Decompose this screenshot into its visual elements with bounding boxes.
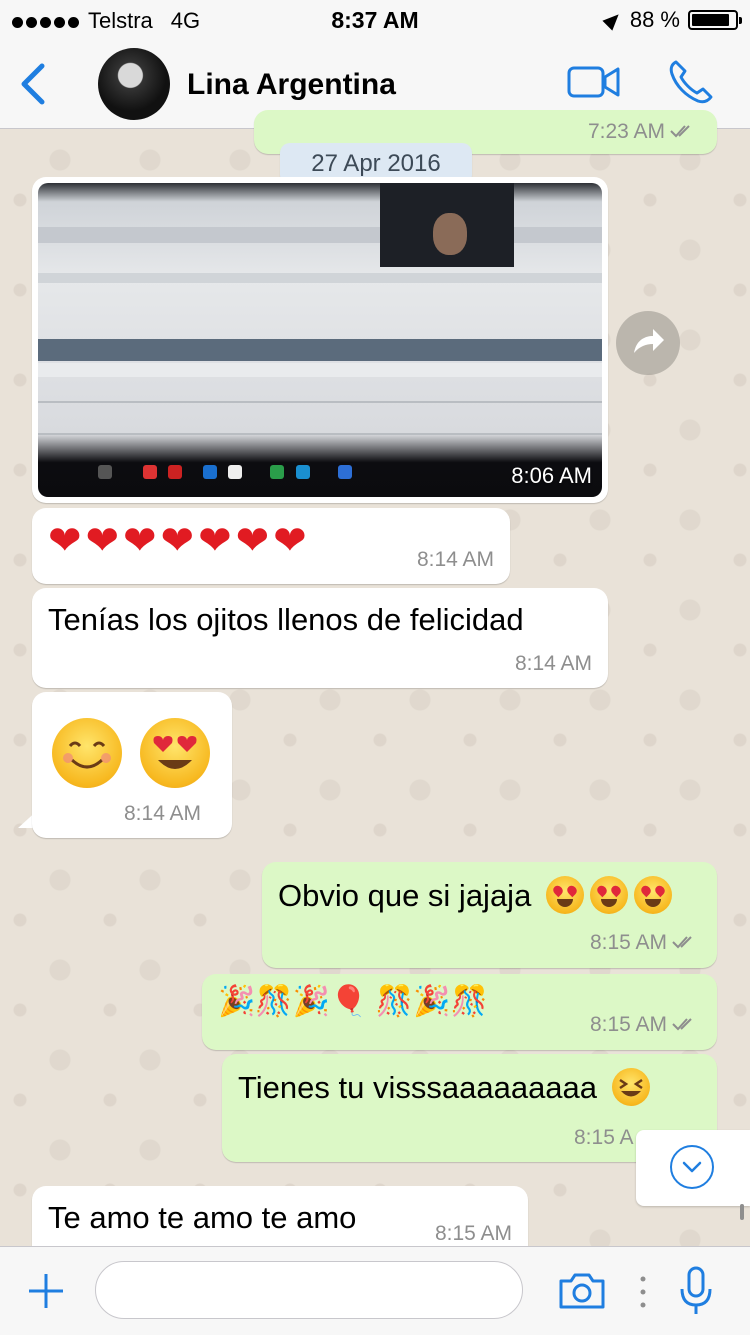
message-time: 8:15 AM: [589, 931, 667, 954]
message-input[interactable]: [95, 1261, 523, 1319]
divider-dots: [640, 1275, 646, 1309]
avatar[interactable]: [98, 48, 170, 120]
status-bar: Telstra 4G 8:37 AM 88 %: [0, 0, 750, 40]
message-time: 7:23 AM: [587, 120, 665, 143]
camera-button[interactable]: [557, 1271, 607, 1311]
back-button[interactable]: [18, 62, 48, 106]
battery-percent: 88 %: [629, 7, 680, 32]
battery-icon: [688, 10, 742, 30]
voice-message-button[interactable]: [676, 1265, 716, 1317]
message-bubble-incoming[interactable]: 8:14 AM: [32, 692, 232, 838]
message-bubble-outgoing[interactable]: 🎉🎊🎉🎈 🎊🎉🎊 8:15 AM: [202, 974, 717, 1050]
read-receipt-icon: [671, 1014, 699, 1038]
photo-thumbnail[interactable]: 8:06 AM: [38, 183, 602, 497]
message-bubble-incoming[interactable]: Tenías los ojitos llenos de felicidad 8:…: [32, 588, 608, 688]
video-call-button[interactable]: [566, 62, 622, 102]
message-text: Tienes tu visssaaaaaaaaa: [238, 1068, 650, 1106]
heart-eyes-emoji: [633, 876, 672, 914]
contact-name[interactable]: Lina Argentina: [187, 68, 396, 102]
message-time: 8:14 AM: [514, 652, 592, 675]
video-call-icon: [567, 66, 620, 98]
smiling-face-emoji: [52, 718, 122, 788]
laughing-face-emoji: [611, 1068, 650, 1106]
location-arrow-icon: [602, 9, 624, 31]
camera-icon: [559, 1273, 605, 1309]
share-arrow-icon: [634, 329, 664, 353]
message-text: Obvio que si jajaja: [278, 876, 672, 914]
heart-eyes-emoji: [545, 876, 584, 914]
message-time: 8:15 AM: [589, 1013, 667, 1036]
heart-eyes-emoji: [589, 876, 628, 914]
message-time: 8:15 A: [574, 1126, 634, 1149]
read-receipt-icon: [669, 121, 697, 145]
message-time: 8:14 AM: [416, 548, 494, 571]
scroll-to-bottom-button[interactable]: [636, 1130, 750, 1206]
chevron-down-icon: [670, 1145, 714, 1189]
attach-button[interactable]: [26, 1271, 66, 1311]
message-bubble-outgoing[interactable]: Obvio que si jajaja 8:15 AM: [262, 862, 717, 968]
microphone-icon: [680, 1266, 712, 1314]
plus-icon: [29, 1274, 63, 1308]
forward-button[interactable]: [616, 311, 680, 375]
heart-eyes-emoji: [140, 718, 210, 788]
party-emoji: 🎉🎊🎉🎈 🎊🎉🎊: [218, 985, 488, 1018]
voice-call-button[interactable]: [666, 58, 716, 106]
read-receipt-icon: [671, 932, 699, 956]
back-icon: [21, 63, 45, 105]
message-bubble-incoming[interactable]: ❤❤❤❤❤❤❤ 8:14 AM: [32, 508, 510, 584]
hearts-emoji: ❤❤❤❤❤❤❤: [48, 519, 311, 563]
phone-icon: [669, 60, 713, 104]
message-composer: [0, 1246, 750, 1335]
message-time: 8:14 AM: [124, 802, 202, 825]
message-text: Tenías los ojitos llenos de felicidad: [48, 602, 524, 637]
message-text: Te amo te amo te amo: [48, 1200, 357, 1235]
scrollbar[interactable]: [740, 1204, 744, 1220]
message-time: 8:15 AM: [434, 1222, 512, 1245]
photo-time: 8:06 AM: [511, 463, 592, 488]
